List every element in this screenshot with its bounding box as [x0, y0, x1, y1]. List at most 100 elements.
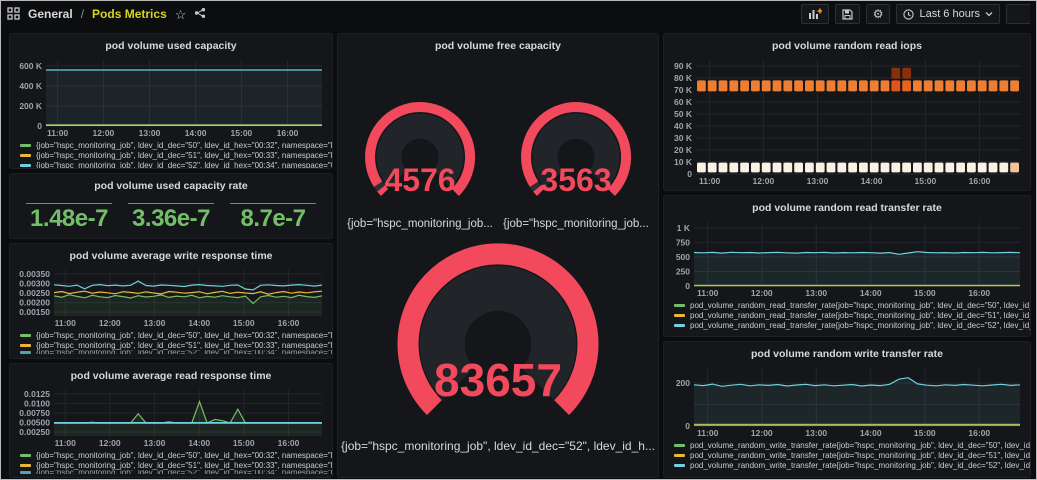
- svg-text:0.00750: 0.00750: [19, 408, 50, 418]
- svg-text:70 K: 70 K: [674, 85, 693, 95]
- svg-text:500: 500: [676, 252, 690, 262]
- save-dashboard-button[interactable]: [834, 4, 860, 24]
- svg-text:12:00: 12:00: [99, 438, 121, 448]
- gauge: 3563 {job="hspc_monitoring_job...: [500, 93, 652, 230]
- legend-item[interactable]: pod_volume_random_read_transfer_rate{job…: [674, 320, 1030, 330]
- legend-item[interactable]: {job="hspc_monitoring_job", ldev_id_dec=…: [20, 330, 332, 340]
- panel-title[interactable]: pod volume used capacity: [10, 38, 332, 55]
- legend-swatch: [20, 463, 31, 467]
- legend-item[interactable]: {job="hspc_monitoring_job", ldev_id_dec=…: [20, 140, 332, 150]
- svg-text:10 K: 10 K: [674, 157, 693, 167]
- stat: 3.36e-7: [120, 198, 222, 232]
- add-panel-button[interactable]: [800, 4, 829, 24]
- svg-text:12:00: 12:00: [93, 128, 115, 138]
- breadcrumb-dashboard[interactable]: Pods Metrics: [92, 7, 167, 21]
- svg-text:11:00: 11:00: [697, 288, 719, 298]
- legend-label: {job="hspc_monitoring_job", ldev_id_dec=…: [36, 470, 332, 474]
- legend: {job="hspc_monitoring_job", ldev_id_dec=…: [10, 328, 332, 354]
- svg-text:16:00: 16:00: [278, 318, 300, 328]
- svg-text:11:00: 11:00: [55, 318, 77, 328]
- svg-text:40 K: 40 K: [674, 121, 693, 131]
- panel-title[interactable]: pod volume free capacity: [338, 38, 658, 55]
- svg-text:400 K: 400 K: [19, 81, 43, 91]
- legend-item[interactable]: {job="hspc_monitoring_job", ldev_id_dec=…: [20, 450, 332, 460]
- legend-label: {job="hspc_monitoring_job", ldev_id_dec=…: [36, 450, 332, 460]
- svg-text:50 K: 50 K: [674, 109, 693, 119]
- svg-text:0: 0: [37, 121, 42, 131]
- svg-text:13:00: 13:00: [139, 128, 161, 138]
- legend-item[interactable]: pod_volume_random_read_transfer_rate{job…: [674, 300, 1030, 310]
- svg-text:15:00: 15:00: [233, 318, 255, 328]
- svg-text:3563: 3563: [540, 162, 611, 198]
- legend-item[interactable]: pod_volume_random_write_transfer_rate{jo…: [674, 440, 1030, 450]
- svg-text:14:00: 14:00: [188, 318, 210, 328]
- panel-title[interactable]: pod volume average read response time: [10, 368, 332, 385]
- legend-label: pod_volume_random_write_transfer_rate{jo…: [690, 440, 1030, 450]
- apps-grid-icon[interactable]: [7, 6, 20, 22]
- svg-text:16:00: 16:00: [278, 438, 300, 448]
- legend-swatch: [20, 163, 31, 167]
- add-panel-icon: [808, 8, 822, 19]
- panel-title[interactable]: pod volume used capacity rate: [10, 178, 332, 195]
- svg-text:0.0100: 0.0100: [24, 398, 50, 408]
- read-iops-heatmap[interactable]: 11:00 12:00 13:00 14:00 15:00 16:00 90 K 80 K 70…: [666, 56, 1026, 186]
- time-range-picker[interactable]: Last 6 hours: [896, 4, 1000, 24]
- svg-text:15:00: 15:00: [914, 288, 936, 298]
- svg-text:0.00500: 0.00500: [19, 418, 50, 428]
- svg-text:12:00: 12:00: [99, 318, 121, 328]
- legend-item[interactable]: {job="hspc_monitoring_job", ldev_id_dec=…: [20, 150, 332, 160]
- legend-item[interactable]: pod_volume_random_read_transfer_rate{job…: [674, 310, 1030, 320]
- legend-item[interactable]: pod_volume_random_write_transfer_rate{jo…: [674, 460, 1030, 470]
- gauge-label: {job="hspc_monitoring_job...: [503, 218, 649, 230]
- svg-text:12:00: 12:00: [751, 428, 773, 438]
- svg-text:16:00: 16:00: [968, 288, 990, 298]
- svg-text:14:00: 14:00: [860, 428, 882, 438]
- gauge-arc: 3563: [500, 93, 652, 216]
- stat-row: 1.48e-7 3.36e-7 8.7e-7: [10, 195, 332, 232]
- svg-text:12:00: 12:00: [753, 176, 775, 186]
- panel-title[interactable]: pod volume random read iops: [664, 38, 1030, 55]
- stat-value: 3.36e-7: [132, 205, 210, 232]
- stat-sparkline: [127, 203, 215, 204]
- legend-item[interactable]: {job="hspc_monitoring_job", ldev_id_dec=…: [20, 460, 332, 470]
- zoom-out-button-partial[interactable]: [1006, 4, 1030, 24]
- svg-text:4576: 4576: [384, 162, 455, 198]
- svg-text:14:00: 14:00: [185, 128, 207, 138]
- write-transfer-chart[interactable]: 11:00 12:00 13:00 14:00 15:00 16:00 200 0: [666, 364, 1026, 438]
- legend-item[interactable]: pod_volume_random_write_transfer_rate{jo…: [674, 450, 1030, 460]
- legend-item[interactable]: {job="hspc_monitoring_job", ldev_id_dec=…: [20, 160, 332, 168]
- clock-icon: [903, 8, 915, 20]
- gauge-large: 83657 {job="hspc_monitoring_job", ldev_i…: [338, 232, 658, 453]
- write-response-chart[interactable]: 11:00 12:00 13:00 14:00 15:00 16:00 0.00350 0.0…: [12, 266, 328, 328]
- legend-swatch: [674, 313, 685, 317]
- panel-title[interactable]: pod volume average write response time: [10, 248, 332, 265]
- breadcrumb-folder[interactable]: General: [28, 7, 73, 21]
- panel-title[interactable]: pod volume random read transfer rate: [664, 200, 1030, 217]
- used-capacity-chart[interactable]: 11:00 12:00 13:00 14:00 15:00 16:00 600 K 400 K…: [12, 56, 328, 138]
- svg-text:13:00: 13:00: [144, 318, 166, 328]
- read-transfer-chart[interactable]: 11:00 12:00 13:00 14:00 15:00 16:00 1 K 750 500 2…: [666, 218, 1026, 298]
- legend-item[interactable]: {job="hspc_monitoring_job", ldev_id_dec=…: [20, 340, 332, 350]
- star-icon[interactable]: ☆: [175, 8, 187, 21]
- legend-swatch: [20, 153, 31, 157]
- share-icon[interactable]: [194, 7, 206, 21]
- svg-text:60 K: 60 K: [674, 97, 693, 107]
- legend-swatch: [20, 343, 31, 347]
- gauge-row: 4576 {job="hspc_monitoring_job... 3563 {…: [338, 93, 658, 230]
- svg-text:0.00200: 0.00200: [19, 298, 50, 308]
- panel-title[interactable]: pod volume random write transfer rate: [664, 346, 1030, 363]
- dashboard-settings-button[interactable]: ⚙: [865, 4, 891, 24]
- chevron-down-icon: [985, 12, 993, 17]
- svg-text:0.00150: 0.00150: [19, 307, 50, 317]
- panel-pod-volume-random-write-transfer-rate: pod volume random write transfer rate 11…: [663, 341, 1031, 478]
- svg-text:13:00: 13:00: [805, 288, 827, 298]
- legend-item-clipped[interactable]: {job="hspc_monitoring_job", ldev_id_dec=…: [20, 470, 332, 474]
- read-response-chart[interactable]: 11:00 12:00 13:00 14:00 15:00 16:00 0.0125 0.01…: [12, 386, 328, 448]
- legend-label: {job="hspc_monitoring_job", ldev_id_dec=…: [36, 140, 332, 150]
- gauge-arc: 4576: [344, 93, 496, 216]
- svg-text:0.00250: 0.00250: [19, 427, 50, 437]
- panel-pod-volume-free-capacity: pod volume free capacity 4576 {job="hspc…: [337, 33, 659, 478]
- legend-label: pod_volume_random_read_transfer_rate{job…: [690, 320, 1030, 330]
- legend-item-clipped[interactable]: {job="hspc_monitoring_job", ldev_id_dec=…: [20, 350, 332, 354]
- save-icon: [842, 8, 853, 20]
